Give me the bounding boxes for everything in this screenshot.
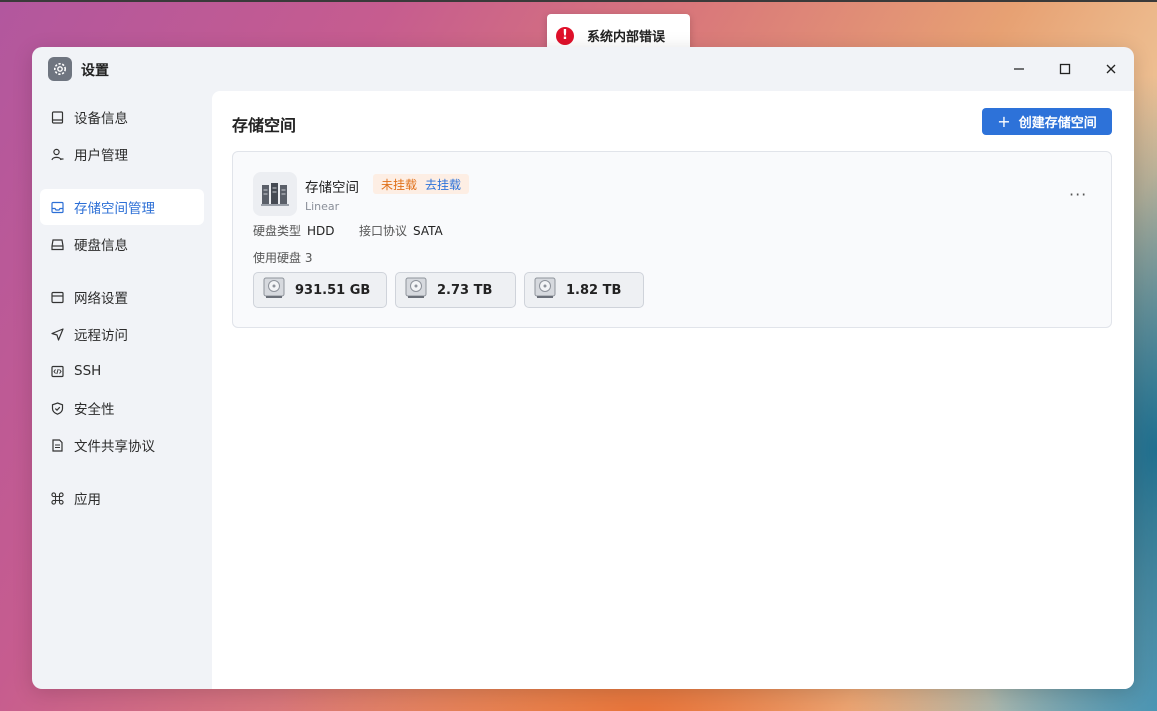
disk-icon (50, 237, 65, 252)
document-icon (50, 438, 65, 453)
interface-info: 接口协议 SATA (359, 222, 443, 239)
disk-type-value: HDD (307, 224, 335, 238)
sidebar-item-storage-management[interactable]: 存储空间管理 (40, 189, 204, 225)
sidebar-item-label: 文件共享协议 (74, 439, 155, 455)
sidebar-item-user-management[interactable]: 用户管理 (40, 136, 204, 172)
settings-window: 设置 设备信息 用户管理 存储空间管理 硬盘信息 网络设置 远程访问 SSH 安… (32, 47, 1134, 689)
user-icon (50, 147, 65, 162)
toast-message: 系统内部错误 (587, 30, 666, 45)
sidebar-item-apps[interactable]: 应用 (40, 480, 204, 516)
sidebar-item-device-info[interactable]: 设备信息 (40, 99, 204, 135)
sidebar-item-label: 用户管理 (74, 148, 128, 164)
main-panel: 存储空间 + 创建存储空间 存储空间 未挂载 去挂载 Linear 硬盘类型 H… (212, 91, 1134, 689)
pool-name: 存储空间 (305, 180, 359, 196)
storage-icon (50, 200, 65, 215)
status-badge: 未挂载 去挂载 (373, 174, 469, 194)
title-bar: 设置 (32, 47, 1134, 91)
hard-drive-icon (263, 277, 285, 303)
shield-icon (50, 401, 65, 416)
interface-value: SATA (413, 224, 443, 238)
sidebar-item-label: 安全性 (74, 402, 115, 418)
network-icon (50, 290, 65, 305)
gear-icon (48, 57, 72, 81)
sidebar-item-disk-info[interactable]: 硬盘信息 (40, 226, 204, 262)
sidebar-item-remote-access[interactable]: 远程访问 (40, 316, 204, 352)
server-icon (253, 172, 297, 216)
create-storage-button[interactable]: + 创建存储空间 (982, 108, 1112, 135)
disk-size: 2.73 TB (437, 282, 493, 298)
sidebar-item-label: 网络设置 (74, 291, 128, 307)
disk-chip[interactable]: 2.73 TB (395, 272, 516, 308)
interface-label: 接口协议 (359, 224, 408, 238)
sidebar-item-label: 远程访问 (74, 328, 128, 344)
window-title: 设置 (81, 63, 109, 79)
send-icon (50, 327, 65, 342)
close-icon[interactable] (1101, 59, 1121, 79)
create-button-label: 创建存储空间 (1018, 116, 1097, 131)
mount-status: 未挂载 (381, 177, 418, 192)
device-icon (50, 110, 65, 125)
disks-used-label: 使用硬盘 3 (253, 251, 313, 265)
hard-drive-icon (534, 277, 556, 303)
sidebar: 设备信息 用户管理 存储空间管理 硬盘信息 网络设置 远程访问 SSH 安全性 (32, 91, 212, 689)
disk-type-info: 硬盘类型 HDD (253, 222, 335, 239)
sidebar-item-label: 硬盘信息 (74, 238, 128, 254)
disk-chip[interactable]: 1.82 TB (524, 272, 644, 308)
minimize-icon[interactable] (1009, 59, 1029, 79)
desktop-top-edge (0, 0, 1157, 2)
sidebar-item-ssh[interactable]: SSH (40, 353, 204, 389)
sidebar-item-label: 应用 (74, 492, 101, 508)
page-title: 存储空间 (232, 116, 297, 135)
command-icon (50, 491, 65, 506)
sidebar-item-file-sharing[interactable]: 文件共享协议 (40, 427, 204, 463)
error-icon: ! (556, 26, 574, 45)
plus-icon: + (997, 112, 1011, 131)
disk-type-label: 硬盘类型 (253, 224, 302, 238)
disk-size: 931.51 GB (295, 282, 371, 298)
code-icon (50, 364, 65, 379)
disk-size: 1.82 TB (566, 282, 622, 298)
storage-pool-card: 存储空间 未挂载 去挂载 Linear 硬盘类型 HDD 接口协议 SATA 使用硬… (232, 151, 1112, 328)
raid-type: Linear (305, 200, 340, 213)
sidebar-item-label: 设备信息 (74, 111, 128, 127)
sidebar-item-label: SSH (74, 363, 102, 379)
sidebar-item-label: 存储空间管理 (74, 201, 155, 217)
more-horizontal-icon[interactable]: ··· (1069, 185, 1087, 204)
sidebar-item-security[interactable]: 安全性 (40, 390, 204, 426)
hard-drive-icon (405, 277, 427, 303)
maximize-icon[interactable] (1055, 59, 1075, 79)
sidebar-item-network-settings[interactable]: 网络设置 (40, 279, 204, 315)
disk-chip[interactable]: 931.51 GB (253, 272, 387, 308)
mount-link[interactable]: 去挂载 (425, 176, 461, 193)
